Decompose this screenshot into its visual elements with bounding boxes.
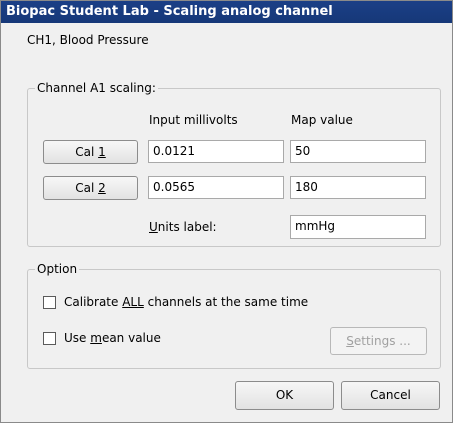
- settings-button[interactable]: Settings ...: [330, 327, 427, 355]
- cal-2-label-key: 2: [98, 181, 106, 195]
- use-mean-value-label[interactable]: Use mean value: [64, 331, 161, 345]
- use-mean-value-checkbox[interactable]: [43, 332, 56, 345]
- cal-1-button[interactable]: Cal 1: [43, 140, 138, 164]
- calibrate-all-post: channels at the same time: [143, 295, 309, 309]
- channel-name: CH1, Blood Pressure: [27, 33, 149, 47]
- scaling-dialog: Biopac Student Lab - Scaling analog chan…: [0, 0, 453, 423]
- option-group-title: Option: [35, 262, 80, 276]
- settings-rest: ettings ...: [353, 334, 411, 348]
- calibrate-all-label[interactable]: Calibrate ALL channels at the same time: [64, 295, 308, 309]
- units-label-key: U: [149, 220, 158, 234]
- title-bar: Biopac Student Lab - Scaling analog chan…: [1, 1, 452, 23]
- cal-2-map-value-field[interactable]: 180: [290, 176, 426, 199]
- channel-scaling-group-title: Channel A1 scaling:: [35, 81, 158, 95]
- use-mean-post: ean value: [101, 331, 161, 345]
- cal-1-label-prefix: Cal: [75, 145, 99, 159]
- cal-1-input-millivolts-field[interactable]: 0.0121: [148, 140, 284, 163]
- cal-1-label-key: 1: [98, 145, 106, 159]
- cancel-button[interactable]: Cancel: [341, 381, 440, 410]
- units-label-rest: nits label:: [157, 220, 217, 234]
- units-label-field[interactable]: mmHg: [290, 215, 426, 239]
- map-value-header: Map value: [291, 113, 353, 127]
- use-mean-key: m: [90, 331, 102, 345]
- cal-2-label-prefix: Cal: [75, 181, 99, 195]
- units-label-caption: Units label:: [149, 220, 217, 234]
- settings-key: S: [346, 334, 354, 348]
- calibrate-all-key: ALL: [122, 295, 144, 309]
- input-millivolts-header: Input millivolts: [149, 113, 238, 127]
- cal-1-map-value-field[interactable]: 50: [290, 140, 426, 163]
- calibrate-all-pre: Calibrate: [64, 295, 123, 309]
- ok-button[interactable]: OK: [235, 381, 334, 410]
- cal-2-input-millivolts-field[interactable]: 0.0565: [148, 176, 284, 199]
- cal-2-button[interactable]: Cal 2: [43, 176, 138, 200]
- use-mean-pre: Use: [64, 331, 91, 345]
- calibrate-all-checkbox[interactable]: [43, 296, 56, 309]
